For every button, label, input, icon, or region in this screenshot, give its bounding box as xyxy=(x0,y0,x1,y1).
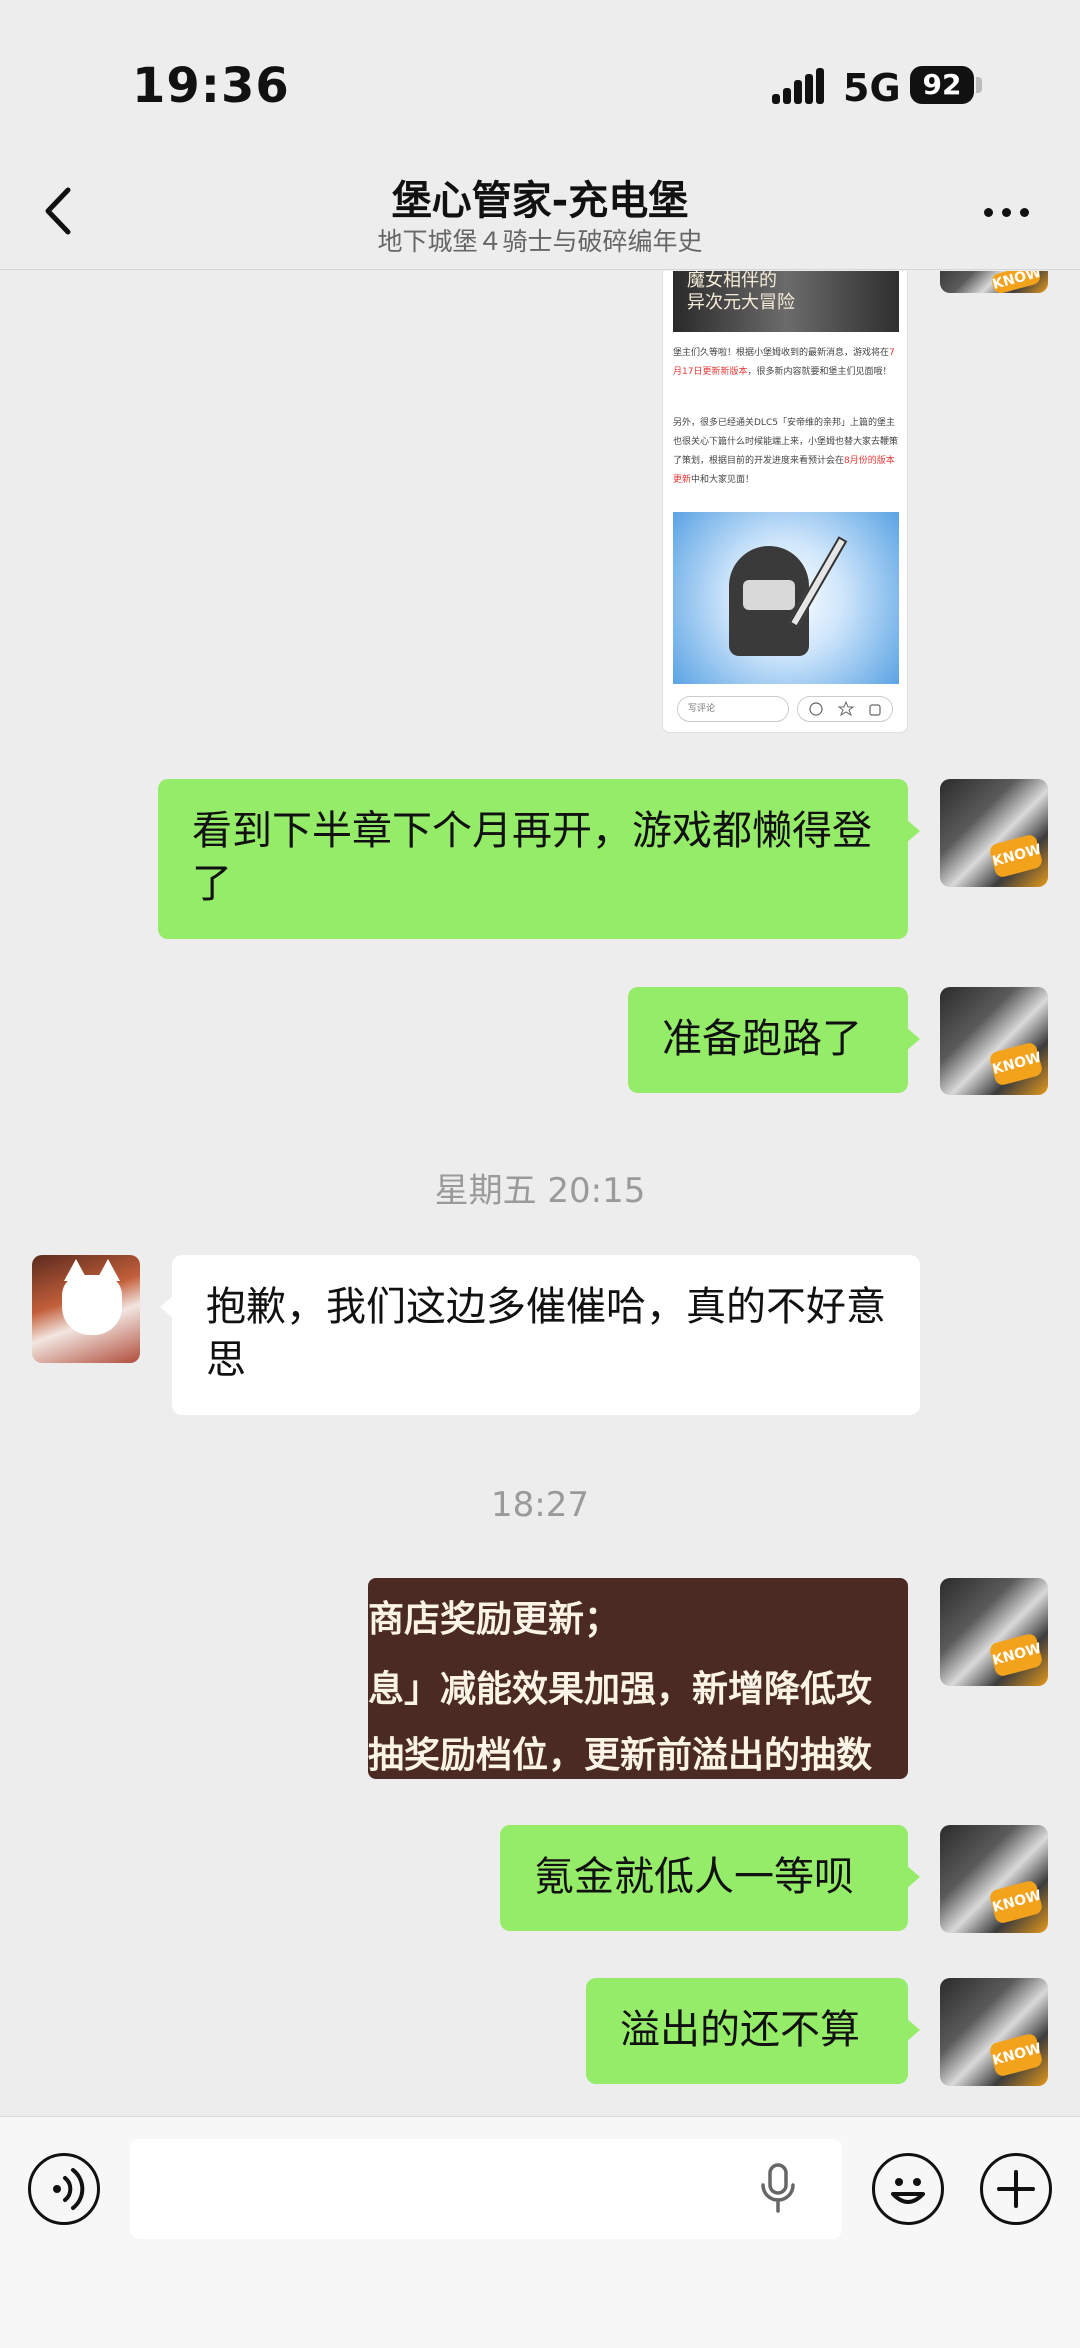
chat-subtitle: 地下城堡４骑士与破碎编年史 xyxy=(377,227,703,256)
signal-icon xyxy=(772,68,830,104)
article-text: ，很多新内容就要和堡主们见面哦！ xyxy=(747,367,892,377)
article-banner: 魔女相伴的 异次元大冒险 xyxy=(673,271,899,332)
image-text-line: 抽奖励档位，更新前溢出的抽数 xyxy=(368,1734,873,1776)
article-text: 堡主们久等啦！根据小堡姆收到的最新消息，游戏将在 xyxy=(673,348,890,358)
comment-placeholder: 写评论 xyxy=(677,696,789,722)
voice-wave-icon xyxy=(53,2168,85,2210)
battery-tip xyxy=(976,77,982,93)
shared-article-image[interactable]: 魔女相伴的 异次元大冒险 堡主们久等啦！根据小堡姆收到的最新消息，游戏将在7月1… xyxy=(662,271,908,733)
chat-timestamp: 18:27 xyxy=(491,1485,589,1525)
contact-avatar[interactable] xyxy=(32,1255,140,1363)
voice-input-icon[interactable] xyxy=(28,2153,100,2225)
battery-icon: 92 xyxy=(910,66,974,104)
message-bubble-sent[interactable]: 氪金就低人一等呗 xyxy=(500,1825,920,1931)
status-time: 19:36 xyxy=(132,58,290,114)
status-bar: 19:36 5G 92 xyxy=(0,0,1080,150)
my-avatar[interactable]: KNOW xyxy=(940,987,1048,1095)
chat-input-bar xyxy=(0,2116,1080,2348)
my-avatar[interactable]: KNOW xyxy=(940,271,1048,293)
my-avatar[interactable]: KNOW xyxy=(940,1825,1048,1933)
my-avatar[interactable]: KNOW xyxy=(940,779,1048,887)
plus-icon[interactable] xyxy=(980,2153,1052,2225)
image-text-line: 商店奖励更新； xyxy=(368,1598,621,1640)
message-input[interactable] xyxy=(130,2139,842,2239)
my-avatar[interactable]: KNOW xyxy=(940,1978,1048,2086)
plus-sign-icon xyxy=(997,2170,1035,2208)
game-screenshot-image[interactable]: 商店奖励更新； 息」减能效果加强，新增降低攻 抽奖励档位，更新前溢出的抽数 xyxy=(368,1578,908,1779)
message-bubble-sent[interactable]: 溢出的还不算 xyxy=(586,1978,920,2084)
chat-message-list[interactable]: 魔女相伴的 异次元大冒险 堡主们久等啦！根据小堡姆收到的最新消息，游戏将在7月1… xyxy=(0,271,1080,2115)
banner-line: 魔女相伴的 xyxy=(687,271,777,291)
chat-header: 堡心管家-充电堡 地下城堡４骑士与破碎编年史 xyxy=(0,150,1080,270)
message-bubble-received[interactable]: 抱歉，我们这边多催催哈，真的不好意思 xyxy=(160,1255,920,1415)
article-text: 中和大家见面！ xyxy=(691,475,755,485)
more-dots-icon[interactable] xyxy=(980,202,1034,222)
emoji-icon[interactable] xyxy=(872,2153,944,2225)
article-paragraph: 另外，很多已经通关DLC5「安帝维的亲邦」上篇的堡主也很关心下篇什么时候能端上来… xyxy=(673,414,899,490)
smiley-face-icon xyxy=(891,2178,925,2204)
message-bubble-sent[interactable]: 看到下半章下个月再开，游戏都懒得登了 xyxy=(158,779,920,939)
chat-title: 堡心管家-充电堡 xyxy=(391,178,689,224)
image-text-line: 息」减能效果加强，新增降低攻 xyxy=(368,1668,873,1710)
banner-line: 异次元大冒险 xyxy=(687,292,795,313)
like-share-icons xyxy=(809,700,881,717)
knight-figure xyxy=(729,546,809,656)
my-avatar[interactable]: KNOW xyxy=(940,1578,1048,1686)
article-action-icons xyxy=(797,696,893,722)
knight-illustration xyxy=(673,512,899,684)
article-footer: 写评论 xyxy=(673,692,899,726)
article-paragraph: 堡主们久等啦！根据小堡姆收到的最新消息，游戏将在7月17日更新新版本，很多新内容… xyxy=(673,344,899,382)
chat-timestamp: 星期五 20:15 xyxy=(434,1171,646,1211)
message-bubble-sent[interactable]: 准备跑路了 xyxy=(628,987,920,1093)
network-type: 5G xyxy=(843,66,901,110)
microphone-icon[interactable] xyxy=(760,2163,796,2215)
